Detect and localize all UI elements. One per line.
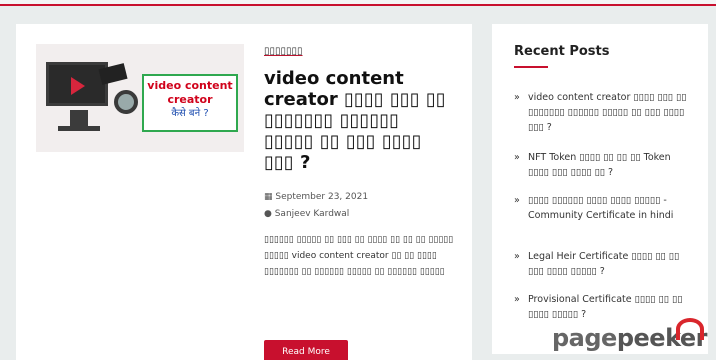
pagepeeker-logo-icon	[676, 318, 704, 340]
article-thumbnail[interactable]: video content creator कैसे बने ?	[36, 44, 244, 152]
recent-post-1[interactable]: » video content creator ▯▯▯▯ ▯▯▯ ▯▯ ▯▯▯▯▯…	[514, 90, 694, 135]
thumbnail-line-2: creator	[167, 93, 213, 106]
article-card: video content creator कैसे बने ? ▯▯▯▯▯▯▯…	[16, 24, 472, 360]
article-title[interactable]: video content creator ▯▯▯▯ ▯▯▯ ▯▯ ▯▯▯▯▯▯…	[264, 68, 454, 173]
post-author[interactable]: ● Sanjeev Kardwal	[264, 209, 349, 219]
recent-post-4[interactable]: » Legal Heir Certificate ▯▯▯▯ ▯▯ ▯▯ ▯▯▯ ▯…	[514, 249, 694, 279]
title-underline	[514, 66, 548, 68]
post-date-text: September 23, 2021	[275, 192, 369, 202]
watermark-text-1: page	[552, 324, 617, 352]
post-author-text[interactable]: Sanjeev Kardwal	[275, 209, 350, 219]
recent-post-link[interactable]: Provisional Certificate ▯▯▯▯ ▯▯ ▯▯ ▯▯▯▯ …	[514, 292, 694, 322]
bullet-arrow-icon: »	[514, 92, 520, 103]
monitor-stand	[70, 110, 88, 126]
play-icon	[71, 77, 85, 95]
calendar-icon: ▦	[264, 192, 276, 202]
thumbnail-caption-box: video content creator कैसे बने ?	[142, 74, 238, 132]
recent-post-5[interactable]: » Provisional Certificate ▯▯▯▯ ▯▯ ▯▯ ▯▯▯▯…	[514, 292, 694, 322]
read-more-button[interactable]: Read More	[264, 340, 348, 360]
post-date: ▦ September 23, 2021	[264, 192, 368, 202]
user-icon: ●	[264, 209, 275, 219]
widget-title: Recent Posts	[514, 44, 610, 59]
article-excerpt: ▯▯▯▯▯▯ ▯▯▯▯▯ ▯▯ ▯▯▯ ▯▯ ▯▯▯▯ ▯▯ ▯▯ ▯▯ ▯▯▯…	[264, 235, 454, 277]
category-link[interactable]: ▯▯▯▯▯▯▯	[264, 46, 303, 57]
recent-post-link[interactable]: Legal Heir Certificate ▯▯▯▯ ▯▯ ▯▯ ▯▯▯ ▯▯…	[514, 249, 694, 279]
film-reel-icon	[114, 90, 138, 114]
header-bar	[0, 0, 716, 6]
thumbnail-line-1: video content	[147, 79, 233, 92]
recent-post-link[interactable]: video content creator ▯▯▯▯ ▯▯▯ ▯▯ ▯▯▯▯▯▯…	[514, 90, 694, 135]
bullet-arrow-icon: »	[514, 152, 520, 163]
monitor-base	[58, 126, 100, 131]
recent-post-2[interactable]: » NFT Token ▯▯▯▯ ▯▯ ▯▯ ▯▯ Token ▯▯▯▯ ▯▯▯ …	[514, 150, 694, 180]
recent-post-3[interactable]: » ▯▯▯▯ ▯▯▯▯▯▯ ▯▯▯▯ ▯▯▯▯ ▯▯▯▯▯ -Community …	[514, 193, 694, 223]
recent-post-link[interactable]: ▯▯▯▯ ▯▯▯▯▯▯ ▯▯▯▯ ▯▯▯▯ ▯▯▯▯▯ -Community C…	[514, 193, 694, 223]
bullet-arrow-icon: »	[514, 251, 520, 262]
bullet-arrow-icon: »	[514, 294, 520, 305]
recent-posts-widget: Recent Posts » video content creator ▯▯▯▯…	[492, 24, 708, 354]
recent-post-link[interactable]: NFT Token ▯▯▯▯ ▯▯ ▯▯ ▯▯ Token ▯▯▯▯ ▯▯▯ ▯…	[514, 150, 694, 180]
thumbnail-line-3: कैसे बने ?	[171, 108, 209, 119]
bullet-arrow-icon: »	[514, 195, 520, 206]
